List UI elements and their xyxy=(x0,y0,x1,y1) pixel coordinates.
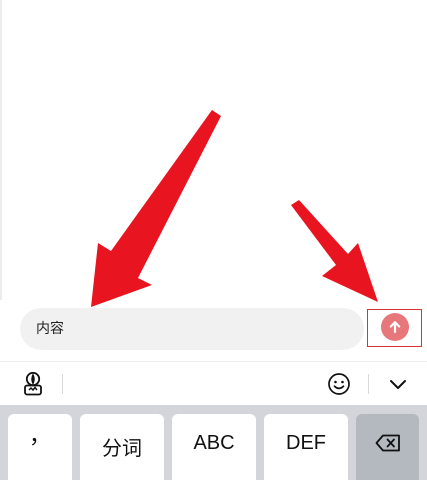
left-edge-divider xyxy=(0,0,2,300)
key-segment[interactable]: 分词 xyxy=(80,414,164,480)
toolbar-divider xyxy=(368,374,369,394)
keyboard-toolbar xyxy=(0,361,427,406)
input-row: 内容 xyxy=(0,302,427,354)
key-label: DEF xyxy=(286,432,326,454)
keyboard-settings-icon xyxy=(24,371,42,396)
message-input[interactable]: 内容 xyxy=(20,308,364,350)
annotation-arrow-left xyxy=(91,110,221,307)
key-delete[interactable] xyxy=(356,414,419,480)
screen: W 内容 ， 分词 ABC DEF xyxy=(0,0,427,480)
smiley-icon xyxy=(328,373,350,395)
arrow-up-icon xyxy=(389,321,401,334)
keyboard: ， 分词 ABC DEF xyxy=(0,405,427,480)
toolbar-divider xyxy=(62,374,63,394)
backspace-icon xyxy=(375,434,400,452)
key-label: ABC xyxy=(193,432,235,454)
message-input-text: 内容 xyxy=(36,321,64,337)
send-button[interactable] xyxy=(381,313,409,341)
emoji-button[interactable] xyxy=(327,372,351,396)
collapse-keyboard-button[interactable] xyxy=(388,374,408,394)
key-label: 分词 xyxy=(102,438,142,460)
key-comma[interactable]: ， xyxy=(8,414,72,480)
key-def[interactable]: DEF xyxy=(264,414,348,480)
key-abc[interactable]: ABC xyxy=(172,414,256,480)
keyboard-settings-button[interactable] xyxy=(22,371,44,396)
watermark: W xyxy=(128,232,142,247)
chevron-down-icon xyxy=(390,380,406,389)
key-label: ， xyxy=(28,423,51,448)
annotation-arrow-right xyxy=(291,200,378,302)
